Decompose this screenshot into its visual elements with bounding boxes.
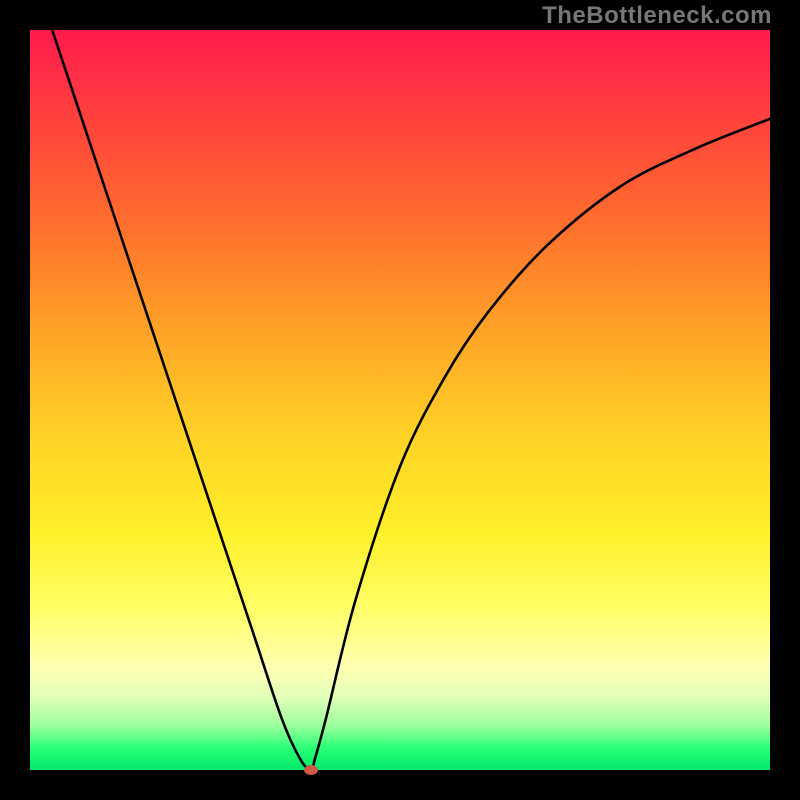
minimum-marker bbox=[304, 765, 318, 775]
chart-frame: TheBottleneck.com bbox=[0, 0, 800, 800]
curve-svg bbox=[30, 30, 770, 770]
bottleneck-curve bbox=[52, 30, 770, 770]
watermark-text: TheBottleneck.com bbox=[542, 2, 772, 30]
plot-area bbox=[30, 30, 770, 770]
